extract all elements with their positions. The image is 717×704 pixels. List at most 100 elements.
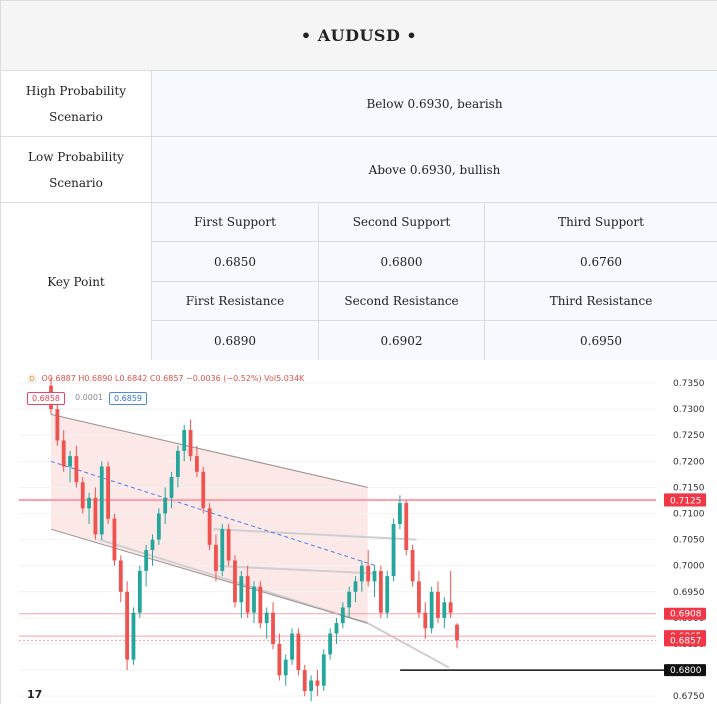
y-tick-label: 0.7200	[673, 457, 705, 467]
first-resistance-label: First Resistance	[151, 281, 319, 321]
candle-body	[359, 565, 364, 582]
candle-body	[163, 497, 168, 514]
candle-body	[156, 513, 161, 540]
candle-body	[372, 570, 377, 582]
y-tick-label: 0.7050	[673, 536, 705, 546]
candle-body	[220, 529, 225, 571]
candle-body	[207, 508, 212, 545]
candle-body	[74, 456, 79, 483]
buy-price-button[interactable]: 0.6859	[109, 392, 147, 405]
third-support-value: 0.6760	[483, 241, 717, 282]
candle-body	[226, 529, 231, 561]
y-tick-label: 0.6950	[673, 588, 705, 598]
candle-body	[93, 497, 98, 535]
candle-body	[391, 523, 396, 577]
y-tick-label: 0.6750	[673, 692, 705, 702]
y-tick-label: 0.7250	[673, 431, 705, 441]
spread-value: 0.0001	[75, 393, 103, 402]
candle-body	[321, 654, 326, 686]
candlestick-chart[interactable]: 0.7350 0.7300 0.7250 0.7200 0.7150 0.7100 0.70…	[1, 360, 717, 704]
candle-body	[68, 456, 72, 467]
candle-body	[195, 456, 199, 472]
price-chart[interactable]: 0.7350 0.7300 0.7250 0.7200 0.7150 0.7100 0.70…	[0, 360, 717, 704]
ohlc-text: O0.6887 H0.6890 L0.6842 C0.6857 −0.0036 …	[41, 374, 305, 383]
price-tag-label: 0.6800	[670, 666, 702, 676]
candle-body	[150, 539, 155, 551]
candle-body	[340, 607, 345, 624]
third-support-label: Third Support	[483, 202, 717, 242]
candle-body	[398, 503, 402, 524]
y-tick-label: 0.7000	[673, 562, 705, 572]
second-resistance-value: 0.6902	[318, 320, 485, 361]
candle-body	[61, 440, 66, 467]
candle-body	[290, 633, 294, 660]
candle-body	[258, 586, 263, 624]
high-scenario-label: High Probability Scenario	[0, 70, 152, 137]
candle-body	[328, 633, 333, 655]
candle-body	[55, 409, 60, 441]
candle-body	[214, 544, 218, 571]
candle-body	[118, 560, 123, 592]
candle-body	[442, 602, 447, 618]
price-tag-label: 0.6908	[670, 610, 702, 620]
y-tick-label: 0.7150	[673, 483, 705, 493]
first-resistance-value: 0.6890	[151, 320, 319, 361]
candle-body	[417, 581, 421, 613]
symbol-icon: D	[27, 374, 37, 384]
candle-body	[429, 591, 434, 629]
candle-body	[366, 565, 371, 582]
candle-body	[315, 680, 320, 686]
tradingview-logo-icon: 17	[27, 688, 43, 701]
price-tag-label: 0.7125	[670, 496, 702, 506]
candle-body	[302, 670, 307, 691]
candle-body	[169, 476, 174, 498]
candle-body	[334, 623, 339, 634]
second-support-label: Second Support	[318, 202, 485, 242]
low-scenario-label: Low Probability Scenario	[0, 136, 152, 203]
y-tick-label: 0.7350	[673, 379, 705, 389]
candle-body	[106, 466, 110, 519]
candle-body	[188, 430, 193, 457]
second-support-value: 0.6800	[318, 241, 485, 282]
candle-body	[436, 591, 440, 618]
candle-body	[283, 659, 288, 676]
candle-body	[233, 560, 237, 603]
candle-body	[239, 576, 244, 603]
y-tick-label: 0.7100	[673, 510, 705, 520]
candle-body	[245, 576, 250, 613]
candle-body	[423, 612, 428, 629]
page: • AUDUSD • High Probability Scenario Bel…	[0, 0, 717, 704]
first-support-value: 0.6850	[151, 241, 319, 282]
candle-body	[309, 680, 313, 691]
candle-body	[296, 633, 301, 671]
candle-body	[271, 612, 275, 644]
third-resistance-label: Third Resistance	[483, 281, 717, 321]
candle-body	[137, 570, 142, 613]
analysis-table: • AUDUSD • High Probability Scenario Bel…	[0, 0, 717, 361]
candle-body	[264, 612, 269, 624]
candle-body	[99, 466, 104, 535]
candle-body	[448, 602, 453, 613]
channel-extension-line	[367, 622, 450, 669]
candle-body	[201, 471, 206, 509]
page-title: • AUDUSD •	[0, 0, 717, 71]
candle-body	[385, 576, 390, 613]
candle-body	[175, 450, 180, 477]
candle-body	[404, 503, 409, 551]
candle-body	[410, 550, 415, 582]
candle-body	[125, 591, 130, 660]
candle-body	[87, 497, 91, 509]
price-tag-label: 0.6857	[670, 636, 702, 646]
candle-body	[378, 570, 383, 613]
candle-body	[112, 518, 117, 561]
candle-body	[131, 612, 136, 660]
candle-body	[182, 430, 187, 451]
candle-body	[144, 550, 149, 571]
candle-body	[353, 581, 358, 592]
low-scenario-value: Above 0.6930, bullish	[150, 136, 717, 203]
y-tick-label: 0.7300	[673, 405, 705, 415]
first-support-label: First Support	[151, 202, 319, 242]
third-resistance-value: 0.6950	[483, 320, 717, 361]
sell-price-button[interactable]: 0.6858	[27, 392, 65, 405]
candle-body	[80, 482, 85, 509]
